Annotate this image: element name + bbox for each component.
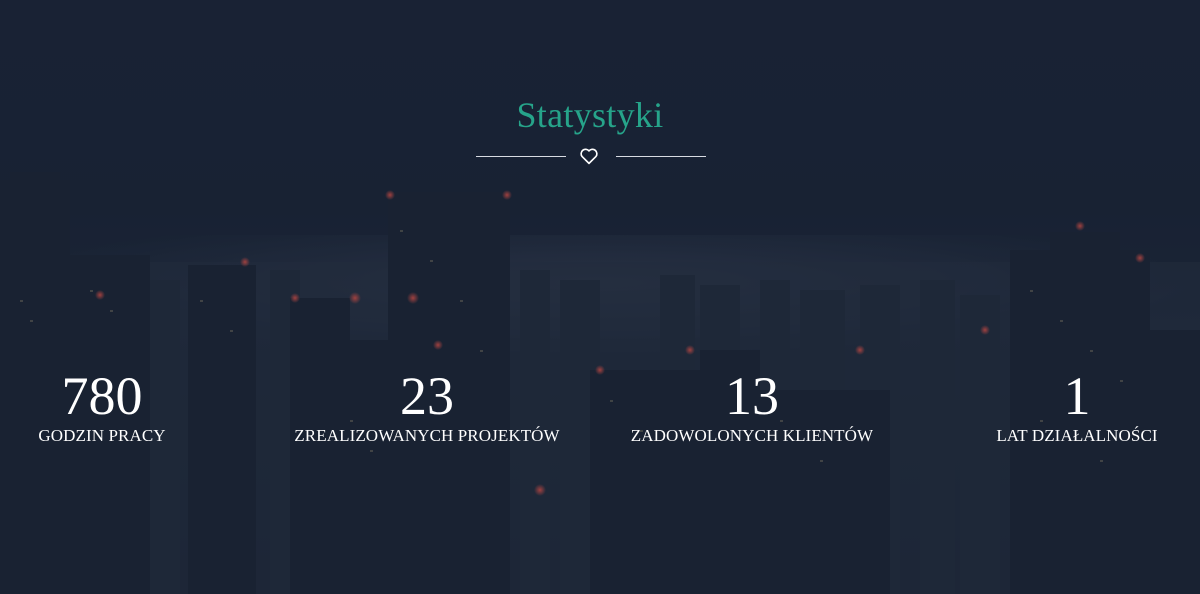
stat-label: ZREALIZOWANYCH PROJEKTÓW [294,426,560,445]
stat-label: GODZIN PRACY [38,426,166,445]
heart-icon [580,148,598,165]
stat-completed-projects: 23 ZREALIZOWANYCH PROJEKTÓW [277,366,577,446]
stat-label: LAT DZIAŁALNOŚCI [996,426,1158,445]
section-title: Statystyki [516,95,664,135]
stat-years-in-business: 1 LAT DZIAŁALNOŚCI [982,366,1172,446]
stat-value: 1 [1063,366,1091,426]
title-divider [476,145,706,167]
stat-value: 780 [61,366,143,426]
stat-work-hours: 780 GODZIN PRACY [20,366,184,446]
stat-happy-clients: 13 ZADOWOLONYCH KLIENTÓW [612,366,892,446]
divider-line-left [476,156,566,157]
statistics-section: Statystyki 780 GODZIN PRACY 23 ZREALIZOW… [0,0,1200,594]
stat-value: 23 [400,366,454,426]
stat-label: ZADOWOLONYCH KLIENTÓW [630,426,874,445]
stat-value: 13 [725,366,779,426]
divider-line-right [616,156,706,157]
